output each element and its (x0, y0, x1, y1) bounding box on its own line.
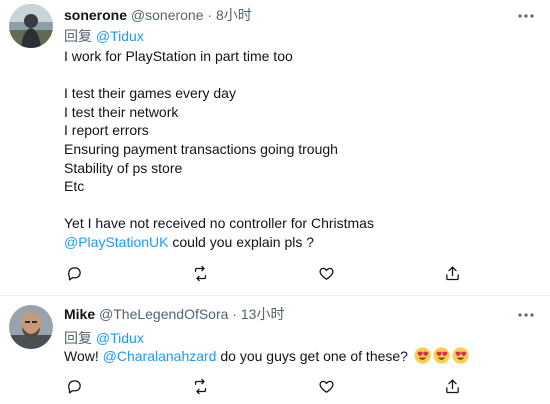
mention-link[interactable]: @PlayStationUK (64, 234, 168, 250)
heart-eyes-emoji (452, 347, 469, 364)
separator-dot: · (232, 306, 237, 322)
share-button[interactable] (442, 376, 462, 396)
tweet-text: Wow! @Charalanahzard do you guys get one… (64, 347, 534, 366)
action-bar (64, 263, 464, 283)
text-segment: could you explain pls ? (168, 233, 315, 250)
reply-prefix: 回复 (64, 330, 92, 346)
tweet[interactable]: Mike @TheLegendOfSora · 13小时 回复 @Tidux W… (0, 295, 550, 404)
retweet-button[interactable] (190, 263, 210, 283)
action-bar (64, 376, 464, 396)
text-line: I report errors (64, 122, 149, 139)
retweet-icon (194, 378, 206, 394)
text-line: I work for PlayStation in part time too (64, 48, 293, 64)
reply-icon (67, 379, 81, 394)
heart-eyes-emoji (433, 347, 450, 364)
tweet[interactable]: sonerone @sonerone · 8小时 回复 @Tidux I wor… (0, 0, 550, 296)
like-icon (319, 267, 333, 280)
share-icon (445, 378, 459, 393)
timestamp[interactable]: 8小时 (216, 7, 252, 23)
reply-context: 回复 @Tidux (64, 27, 144, 45)
text-line: I test their network (64, 103, 179, 120)
author-name[interactable]: Mike (64, 306, 95, 322)
tweet-text: I work for PlayStation in part time too … (64, 47, 534, 252)
reply-button[interactable] (64, 376, 84, 396)
like-button[interactable] (316, 263, 336, 283)
tweet-header: Mike @TheLegendOfSora · 13小时 (64, 304, 284, 324)
author-handle[interactable]: @sonerone (131, 7, 204, 23)
text-line: Etc (64, 178, 85, 195)
reply-context: 回复 @Tidux (64, 329, 144, 347)
reply-to-mention[interactable]: @Tidux (96, 330, 144, 346)
like-icon (319, 380, 333, 393)
avatar[interactable] (9, 305, 53, 349)
tweet-header: sonerone @sonerone · 8小时 (64, 5, 252, 25)
text-segment: Wow! (64, 348, 103, 364)
author-handle[interactable]: @TheLegendOfSora (99, 306, 228, 322)
avatar[interactable] (9, 4, 53, 48)
text-line: @PlayStationUK could you explain pls ? (64, 233, 534, 252)
author-name[interactable]: sonerone (64, 7, 127, 23)
reply-prefix: 回复 (64, 28, 92, 44)
text-line: Stability of ps store (64, 159, 183, 176)
like-button[interactable] (316, 376, 336, 396)
heart-eyes-emoji (414, 347, 431, 364)
reply-button[interactable] (64, 263, 84, 283)
text-segment: do you guys get one of these? (216, 348, 412, 364)
reply-icon (67, 266, 81, 281)
timestamp[interactable]: 13小时 (241, 306, 285, 322)
mention-link[interactable]: @Charalanahzard (103, 348, 217, 364)
text-line: Yet I have not received no controller fo… (64, 215, 374, 232)
text-line: Ensuring payment transactions going trou… (64, 140, 338, 157)
retweet-icon (194, 265, 206, 281)
reply-to-mention[interactable]: @Tidux (96, 28, 144, 44)
share-icon (445, 265, 459, 280)
more-icon[interactable] (516, 305, 536, 325)
text-line: Wow! @Charalanahzard do you guys get one… (64, 347, 534, 366)
text-line: I test their games every day (64, 85, 236, 102)
retweet-button[interactable] (190, 376, 210, 396)
separator-dot: · (207, 7, 213, 23)
share-button[interactable] (442, 263, 462, 283)
more-icon[interactable] (516, 6, 536, 26)
